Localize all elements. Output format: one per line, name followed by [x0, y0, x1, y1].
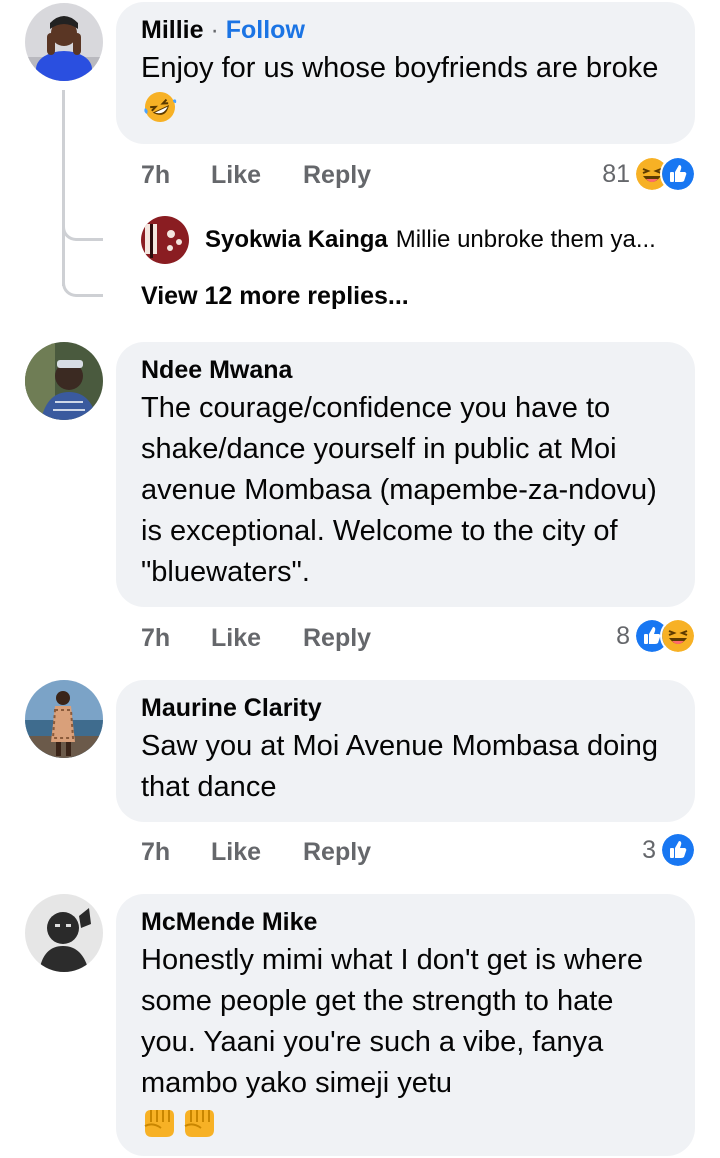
view-more-replies-link[interactable]: View 12 more replies... [141, 282, 409, 311]
avatar[interactable] [25, 342, 103, 420]
like-button[interactable]: Like [211, 837, 261, 867]
comment-author[interactable]: Maurine Clarity [141, 694, 671, 722]
follow-button[interactable]: Follow [226, 16, 305, 44]
comment-bubble: McMende Mike Honestly mimi what I don't … [116, 894, 695, 1156]
avatar[interactable] [141, 216, 189, 264]
like-button[interactable]: Like [211, 623, 261, 653]
reaction-count: 81 [602, 159, 630, 188]
avatar[interactable] [25, 680, 103, 758]
avatar[interactable] [25, 3, 103, 81]
timestamp[interactable]: 7h [141, 623, 170, 653]
thread-branch [62, 244, 103, 297]
comment-author[interactable]: McMende Mike [141, 908, 671, 936]
comment-bubble: Millie · Follow Enjoy for us whose boyfr… [116, 2, 695, 144]
reply-button[interactable]: Reply [303, 837, 371, 867]
reaction-count: 3 [642, 835, 656, 864]
comment-bubble: Maurine Clarity Saw you at Moi Avenue Mo… [116, 680, 695, 822]
fist-emojis [141, 1106, 671, 1142]
comment-author[interactable]: Millie [141, 16, 204, 44]
like-icon [660, 832, 696, 868]
like-button[interactable]: Like [211, 160, 261, 190]
reactions[interactable]: 81 [602, 156, 696, 192]
reactions[interactable]: 8 [616, 618, 696, 654]
reactions[interactable]: 3 [642, 832, 696, 868]
comment-bubble: Ndee Mwana The courage/confidence you ha… [116, 342, 695, 607]
reply-author[interactable]: Syokwia Kainga [205, 226, 388, 254]
comment-text: The courage/confidence you have to shake… [141, 392, 657, 588]
comment-author[interactable]: Ndee Mwana [141, 356, 671, 384]
timestamp[interactable]: 7h [141, 160, 170, 190]
reply-button[interactable]: Reply [303, 623, 371, 653]
timestamp[interactable]: 7h [141, 837, 170, 867]
laughing-emoji-icon [144, 92, 177, 122]
haha-icon [660, 618, 696, 654]
like-icon [660, 156, 696, 192]
separator-dot: · [210, 16, 219, 44]
thread-branch [62, 186, 103, 241]
comment-text: Enjoy for us whose boyfriends are broke [141, 48, 671, 130]
comment-text: Honestly mimi what I don't get is where … [141, 944, 643, 1099]
fist-icon [144, 1110, 174, 1137]
reaction-count: 8 [616, 621, 630, 650]
avatar[interactable] [25, 894, 103, 972]
reply-preview[interactable]: Syokwia Kainga Millie unbroke them ya... [141, 216, 656, 264]
reply-button[interactable]: Reply [303, 160, 371, 190]
reply-text: Millie unbroke them ya... [395, 226, 656, 253]
fist-icon [185, 1110, 215, 1137]
comment-text: Saw you at Moi Avenue Mombasa doing that… [141, 730, 658, 803]
